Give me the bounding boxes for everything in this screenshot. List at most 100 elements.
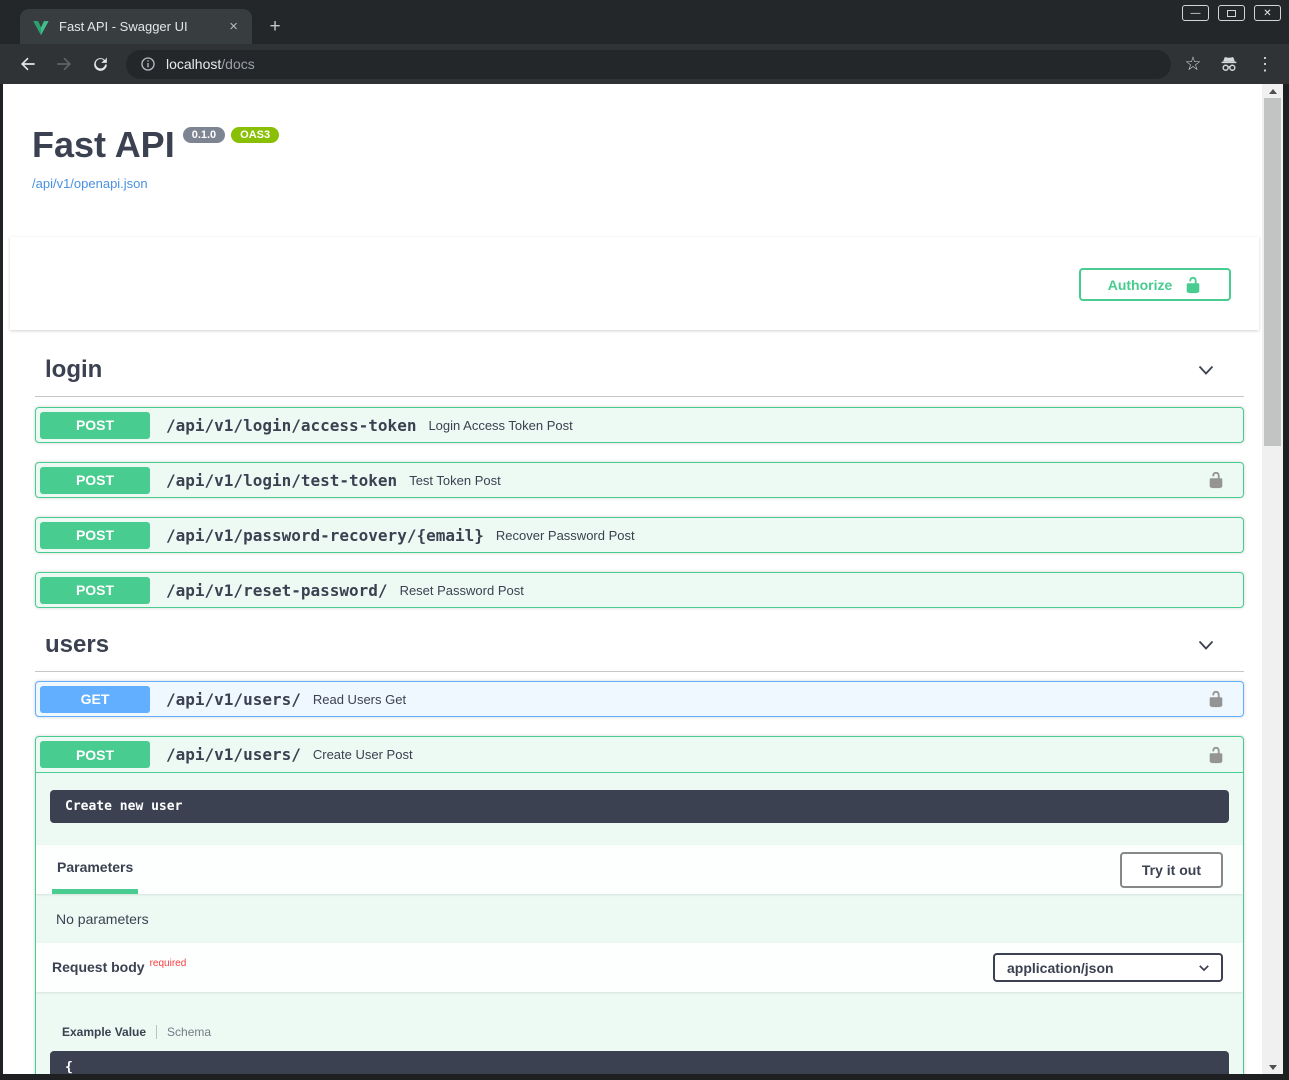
reload-button[interactable]	[86, 50, 114, 78]
endpoint-summary: Test Token Post	[409, 473, 1207, 488]
back-button[interactable]	[14, 50, 42, 78]
tab-example-value[interactable]: Example Value	[62, 1025, 157, 1039]
browser-toolbar: localhost/docs ☆ ⋮	[0, 44, 1289, 84]
endpoint-row-create-user[interactable]: POST /api/v1/users/ Create User Post	[36, 737, 1243, 773]
close-button[interactable]: ✕	[1254, 5, 1281, 21]
no-parameters-text: No parameters	[36, 894, 1243, 943]
parameters-tab[interactable]: Parameters	[52, 845, 138, 894]
chevron-down-icon[interactable]	[1196, 635, 1216, 655]
tag-header-login[interactable]: login	[35, 356, 1244, 397]
chevron-down-icon	[1197, 961, 1211, 975]
content-type-select[interactable]: application/json	[993, 953, 1223, 982]
new-tab-button[interactable]: +	[262, 14, 288, 40]
method-badge: POST	[40, 467, 150, 494]
scrollbar-down-arrow[interactable]	[1262, 1060, 1283, 1074]
toolbar-actions: ☆ ⋮	[1179, 50, 1279, 78]
endpoint-row-read-users[interactable]: GET /api/v1/users/ Read Users Get	[35, 681, 1244, 717]
endpoint-path: /api/v1/login/access-token	[166, 416, 416, 435]
auth-lock-icon[interactable]	[1207, 690, 1225, 708]
request-body-header: Request body required application/json	[36, 943, 1243, 992]
scrollbar-thumb[interactable]	[1264, 98, 1281, 446]
method-badge: GET	[40, 686, 150, 713]
endpoint-path: /api/v1/users/	[166, 745, 301, 764]
minimize-button[interactable]: —	[1182, 5, 1209, 21]
try-it-out-button[interactable]: Try it out	[1120, 852, 1223, 888]
request-body-content: Example Value Schema {	[36, 992, 1243, 1074]
endpoint-path: /api/v1/password-recovery/{email}	[166, 526, 484, 545]
browser-tab[interactable]: Fast API - Swagger UI ×	[20, 9, 252, 44]
endpoint-row-password-recovery[interactable]: POST /api/v1/password-recovery/{email} R…	[35, 517, 1244, 553]
tag-section-users: users	[35, 631, 1244, 672]
endpoint-description-wrapper: Create new user	[36, 773, 1243, 845]
version-badge: 0.1.0	[183, 127, 225, 143]
oas3-badge: OAS3	[231, 127, 279, 143]
method-badge: POST	[40, 412, 150, 439]
authorize-button[interactable]: Authorize	[1079, 268, 1231, 301]
endpoint-block-create-user: POST /api/v1/users/ Create User Post Cre…	[35, 736, 1244, 1074]
auth-lock-icon[interactable]	[1207, 746, 1225, 764]
openapi-spec-link[interactable]: /api/v1/openapi.json	[32, 176, 279, 191]
required-label: required	[150, 958, 187, 969]
page-content: Fast API 0.1.0 OAS3 /api/v1/openapi.json A…	[3, 84, 1262, 1074]
tag-name: users	[45, 631, 109, 659]
page-scrollbar[interactable]	[1262, 84, 1283, 1074]
back-arrow-icon	[18, 54, 38, 74]
triangle-up-icon	[1269, 89, 1277, 94]
triangle-down-icon	[1269, 1065, 1277, 1070]
endpoint-summary: Reset Password Post	[400, 583, 1233, 598]
endpoint-summary: Read Users Get	[313, 692, 1207, 707]
endpoint-row-reset-password[interactable]: POST /api/v1/reset-password/ Reset Passw…	[35, 572, 1244, 608]
url-host: localhost	[166, 56, 221, 72]
api-info: Fast API 0.1.0 OAS3 /api/v1/openapi.json	[32, 124, 279, 191]
window-controls: — ✕	[1182, 5, 1281, 21]
endpoint-summary: Recover Password Post	[496, 528, 1233, 543]
site-info-icon[interactable]	[140, 56, 156, 72]
method-badge: POST	[40, 741, 150, 768]
swagger-favicon-icon	[32, 18, 50, 36]
scrollbar-up-arrow[interactable]	[1262, 84, 1283, 98]
endpoint-row-login-access-token[interactable]: POST /api/v1/login/access-token Login Ac…	[35, 407, 1244, 443]
tag-section-login: login	[35, 356, 1244, 397]
endpoint-description: Create new user	[50, 790, 1229, 823]
tab-schema[interactable]: Schema	[157, 1025, 221, 1039]
scheme-container: Authorize	[10, 237, 1259, 330]
endpoint-summary: Login Access Token Post	[428, 418, 1233, 433]
tab-close-icon[interactable]: ×	[223, 18, 244, 35]
tag-header-users[interactable]: users	[35, 631, 1244, 672]
maximize-icon	[1227, 10, 1236, 17]
url-bar[interactable]: localhost/docs	[126, 50, 1171, 79]
reload-icon	[91, 55, 110, 74]
request-body-label: Request body	[52, 959, 145, 975]
endpoint-path: /api/v1/login/test-token	[166, 471, 397, 490]
incognito-button[interactable]	[1215, 50, 1243, 78]
endpoint-path: /api/v1/reset-password/	[166, 581, 388, 600]
parameters-header: Parameters Try it out	[36, 845, 1243, 894]
tab-title: Fast API - Swagger UI	[59, 19, 223, 34]
unlocked-padlock-icon	[1184, 276, 1202, 294]
incognito-icon	[1219, 54, 1239, 74]
request-body-title: Request body required	[52, 959, 186, 977]
endpoint-path: /api/v1/users/	[166, 690, 301, 709]
example-schema-tabs: Example Value Schema	[62, 1025, 1229, 1039]
window-frame-bottom	[0, 1074, 1289, 1080]
auth-lock-icon[interactable]	[1207, 471, 1225, 489]
endpoint-summary: Create User Post	[313, 747, 1207, 762]
example-code-block[interactable]: {	[50, 1051, 1229, 1074]
url-path: /docs	[221, 56, 254, 72]
bookmark-star-icon[interactable]: ☆	[1179, 53, 1207, 76]
authorize-label: Authorize	[1108, 277, 1173, 293]
endpoint-row-login-test-token[interactable]: POST /api/v1/login/test-token Test Token…	[35, 462, 1244, 498]
page-title: Fast API	[32, 124, 175, 165]
window-frame-right	[1283, 84, 1289, 1080]
forward-button[interactable]	[50, 50, 78, 78]
chevron-down-icon[interactable]	[1196, 360, 1216, 380]
browser-menu-kebab-icon[interactable]: ⋮	[1251, 54, 1279, 75]
browser-titlebar: Fast API - Swagger UI × + — ✕	[0, 0, 1289, 44]
content-type-value: application/json	[1007, 960, 1114, 976]
maximize-button[interactable]	[1218, 5, 1245, 21]
method-badge: POST	[40, 577, 150, 604]
method-badge: POST	[40, 522, 150, 549]
api-badges: 0.1.0 OAS3	[183, 126, 279, 144]
forward-arrow-icon	[54, 54, 74, 74]
tag-name: login	[45, 356, 102, 384]
